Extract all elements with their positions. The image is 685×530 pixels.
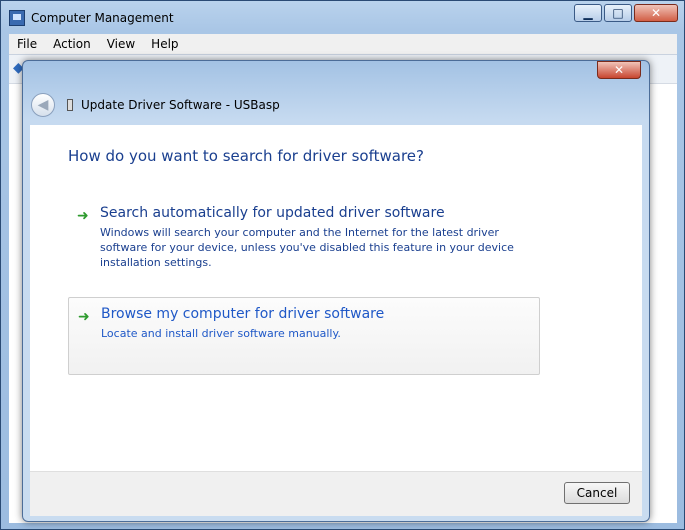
- dialog-title: Update Driver Software - USBasp: [81, 98, 280, 112]
- outer-window-title: Computer Management: [31, 11, 174, 25]
- search-question: How do you want to search for driver sof…: [68, 147, 424, 165]
- back-arrow-icon: ◀: [37, 97, 49, 113]
- option-title: Search automatically for updated driver …: [100, 205, 445, 221]
- close-button[interactable]: ✕: [634, 4, 678, 22]
- option-description: Locate and install driver software manua…: [101, 327, 341, 340]
- minimize-button[interactable]: ▁: [574, 4, 602, 22]
- outer-caption-buttons: ▁ □ ✕: [572, 4, 678, 22]
- computer-management-icon: [9, 10, 25, 26]
- outer-title-bar: Computer Management: [9, 8, 174, 28]
- dialog-footer: Cancel: [30, 471, 642, 516]
- search-automatically-option[interactable]: ➜ Search automatically for updated drive…: [68, 197, 540, 283]
- green-arrow-icon: ➜: [77, 208, 89, 224]
- dialog-close-button[interactable]: ✕: [597, 61, 641, 79]
- dialog-header: ◀ Update Driver Software - USBasp: [31, 89, 280, 121]
- cancel-button[interactable]: Cancel: [564, 482, 630, 504]
- menu-view[interactable]: View: [99, 37, 143, 51]
- back-button[interactable]: ◀: [31, 93, 55, 117]
- menu-help[interactable]: Help: [143, 37, 186, 51]
- menu-file[interactable]: File: [9, 37, 45, 51]
- option-title: Browse my computer for driver software: [101, 306, 385, 322]
- update-driver-dialog: ✕ ◀ Update Driver Software - USBasp How …: [22, 60, 650, 522]
- maximize-button[interactable]: □: [604, 4, 632, 22]
- usb-device-icon: [67, 99, 73, 111]
- menubar: File Action View Help: [9, 34, 677, 54]
- green-arrow-icon: ➜: [78, 309, 90, 325]
- dialog-content: How do you want to search for driver sof…: [30, 125, 642, 471]
- menu-action[interactable]: Action: [45, 37, 99, 51]
- option-description: Windows will search your computer and th…: [100, 226, 514, 269]
- browse-computer-option[interactable]: ➜ Browse my computer for driver software…: [68, 297, 540, 375]
